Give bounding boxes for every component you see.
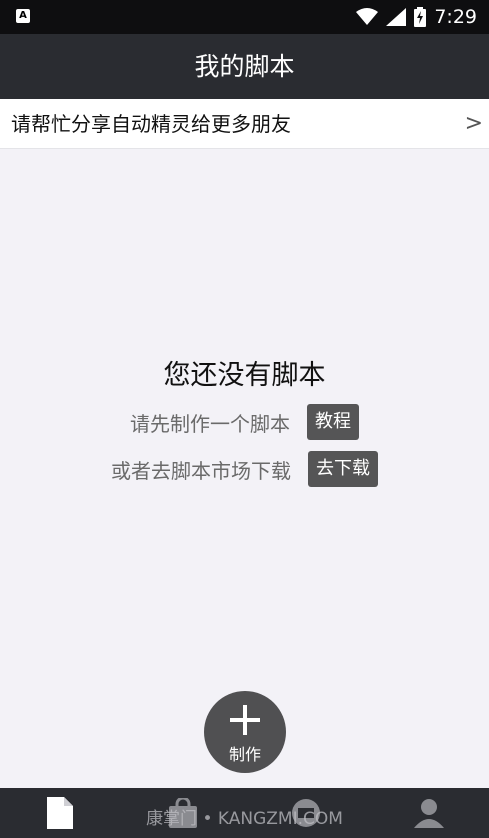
- clock: 7:29: [434, 6, 477, 28]
- create-script-button[interactable]: 制作: [204, 691, 286, 773]
- app-notification-icon: A: [16, 9, 30, 23]
- share-banner-label: 请帮忙分享自动精灵给更多朋友: [11, 112, 291, 136]
- create-script-label: 制作: [228, 745, 261, 764]
- tutorial-button[interactable]: 教程: [307, 404, 359, 440]
- empty-state-line-download: 或者去脚本市场下载 去下载: [0, 451, 489, 487]
- status-bar: A 7:29: [0, 0, 489, 34]
- download-hint-text: 或者去脚本市场下载: [111, 458, 291, 483]
- battery-charging-icon: [414, 7, 427, 27]
- empty-state-title: 您还没有脚本: [163, 360, 326, 391]
- status-icons: 7:29: [356, 0, 477, 34]
- signal-icon: [386, 8, 407, 26]
- page-title: 我的脚本: [0, 34, 489, 99]
- download-button[interactable]: 去下载: [308, 451, 378, 487]
- share-banner[interactable]: 请帮忙分享自动精灵给更多朋友 >: [0, 99, 489, 149]
- plus-icon: [230, 705, 260, 735]
- chevron-right-icon: >: [464, 111, 483, 136]
- create-hint-text: 请先制作一个脚本: [130, 411, 290, 436]
- wifi-icon: [356, 8, 379, 25]
- watermark: 康掌门 • KANGZMI.COM: [146, 809, 343, 829]
- empty-state-line-create: 请先制作一个脚本 教程: [0, 404, 489, 440]
